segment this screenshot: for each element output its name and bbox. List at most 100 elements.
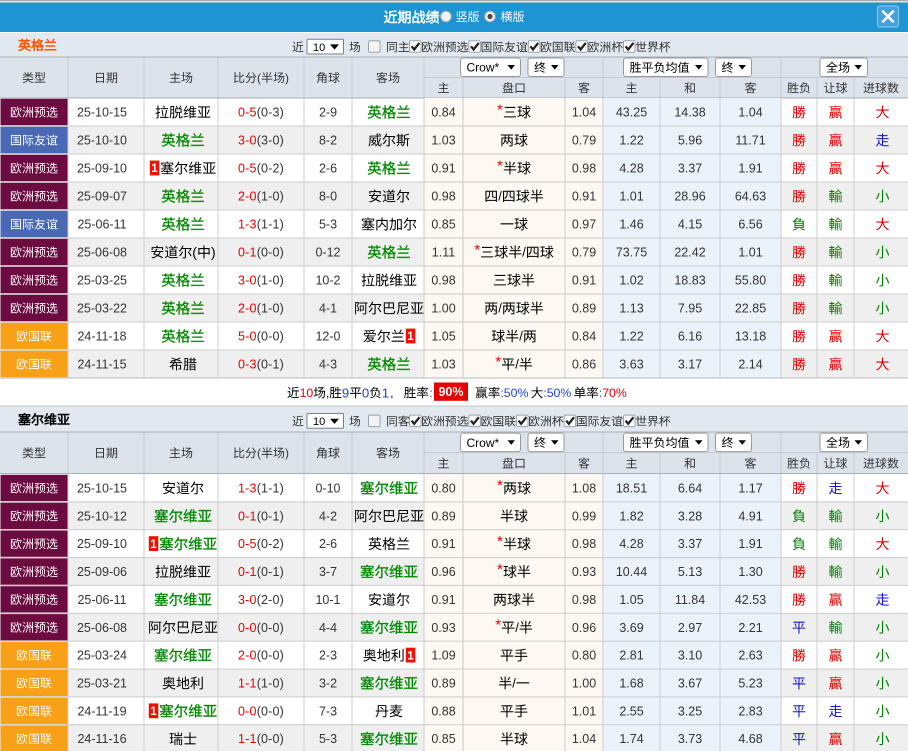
svg-text:9: 9 [342, 385, 349, 400]
svg-text:/: / [515, 620, 519, 635]
svg-text:,: , [390, 386, 393, 400]
svg-text:(0-1): (0-1) [257, 565, 284, 579]
svg-text:0.93: 0.93 [572, 565, 596, 579]
svg-text:(0-0): (0-0) [257, 704, 284, 718]
svg-text:Crow*: Crow* [467, 436, 500, 450]
svg-text::50%: :50% [543, 386, 571, 400]
svg-text:1.03: 1.03 [431, 358, 455, 372]
svg-text:(0-0): (0-0) [257, 732, 284, 746]
svg-text:(2-0): (2-0) [257, 593, 284, 607]
svg-text:4.28: 4.28 [619, 162, 643, 176]
svg-text:2.14: 2.14 [738, 358, 762, 372]
svg-text:0-10: 0-10 [315, 482, 340, 496]
svg-text:0.98: 0.98 [431, 190, 455, 204]
svg-text:1: 1 [150, 539, 157, 551]
svg-text::50%: :50% [500, 386, 528, 400]
svg-text:1.13: 1.13 [619, 302, 643, 316]
svg-text:0.86: 0.86 [572, 358, 596, 372]
svg-text:0.89: 0.89 [431, 509, 455, 523]
svg-text:1-1: 1-1 [238, 677, 257, 691]
svg-text:28.96: 28.96 [674, 190, 705, 204]
svg-text:22.85: 22.85 [735, 302, 766, 316]
svg-text:25-03-21: 25-03-21 [77, 677, 127, 691]
svg-text:*: * [495, 353, 501, 370]
svg-text:6.16: 6.16 [678, 330, 702, 344]
svg-text:2-0: 2-0 [238, 190, 257, 204]
svg-text:/: / [515, 357, 519, 372]
svg-text:3.10: 3.10 [678, 649, 702, 663]
svg-text:2.83: 2.83 [738, 704, 762, 718]
svg-text:/: / [498, 189, 502, 204]
svg-text:10-1: 10-1 [315, 593, 340, 607]
svg-text:0.91: 0.91 [431, 162, 455, 176]
svg-text:1.82: 1.82 [619, 509, 643, 523]
svg-text:4.91: 4.91 [738, 509, 762, 523]
svg-text:3.37: 3.37 [678, 537, 702, 551]
svg-text::: : [429, 386, 432, 400]
svg-text:5-3: 5-3 [319, 732, 337, 746]
svg-text:1.22: 1.22 [619, 134, 643, 148]
svg-text:3-0: 3-0 [238, 274, 257, 288]
svg-text:5.23: 5.23 [738, 677, 762, 691]
svg-text:(0-0): (0-0) [257, 621, 284, 635]
svg-text:/: / [498, 301, 502, 316]
svg-text:1.01: 1.01 [619, 190, 643, 204]
svg-text:18.51: 18.51 [616, 482, 647, 496]
svg-text:5-0: 5-0 [238, 330, 257, 344]
svg-text:,: , [326, 386, 329, 400]
svg-text:4-1: 4-1 [319, 302, 337, 316]
svg-text:*: * [497, 533, 503, 550]
svg-text:12-0: 12-0 [315, 330, 340, 344]
svg-text:0.85: 0.85 [431, 732, 455, 746]
svg-text:(0-1): (0-1) [257, 509, 284, 523]
svg-text:1.17: 1.17 [738, 482, 762, 496]
svg-text:(0-0): (0-0) [257, 649, 284, 663]
svg-text:*: * [497, 477, 503, 494]
svg-text:0.98: 0.98 [572, 162, 596, 176]
svg-text:5.96: 5.96 [678, 134, 702, 148]
svg-text:4.28: 4.28 [619, 537, 643, 551]
svg-text:0-1: 0-1 [238, 565, 257, 579]
svg-text:1.22: 1.22 [619, 330, 643, 344]
svg-text:25-03-22: 25-03-22 [77, 302, 127, 316]
svg-text:3-7: 3-7 [319, 565, 337, 579]
svg-text:1.05: 1.05 [431, 330, 455, 344]
svg-text:1.00: 1.00 [431, 302, 455, 316]
svg-text:(0-2): (0-2) [257, 162, 284, 176]
svg-text:25-10-15: 25-10-15 [77, 482, 127, 496]
svg-text:0-1: 0-1 [238, 509, 257, 523]
svg-text:1.02: 1.02 [619, 274, 643, 288]
svg-text:(: ( [257, 446, 261, 460]
svg-text:64.63: 64.63 [735, 190, 766, 204]
svg-text:2-6: 2-6 [319, 537, 337, 551]
svg-text:*: * [497, 157, 503, 174]
svg-text:3.73: 3.73 [678, 732, 702, 746]
svg-text:3-2: 3-2 [319, 677, 337, 691]
svg-text:22.42: 22.42 [674, 246, 705, 260]
svg-text:25-09-10: 25-09-10 [77, 162, 127, 176]
svg-text:90%: 90% [438, 385, 463, 399]
svg-text:0.80: 0.80 [431, 482, 455, 496]
svg-text:4-2: 4-2 [319, 509, 337, 523]
svg-text:1.91: 1.91 [738, 162, 762, 176]
svg-text:0-5: 0-5 [238, 162, 257, 176]
svg-text:(0-1): (0-1) [257, 358, 284, 372]
svg-text:*: * [495, 617, 501, 634]
svg-text:/: / [522, 245, 526, 260]
svg-text:2.55: 2.55 [619, 704, 643, 718]
svg-text:Crow*: Crow* [467, 61, 500, 75]
svg-text:): ) [211, 244, 216, 260]
svg-text:(1-0): (1-0) [257, 274, 284, 288]
svg-text:0.89: 0.89 [572, 302, 596, 316]
svg-text:2-6: 2-6 [319, 162, 337, 176]
svg-text:0.79: 0.79 [572, 134, 596, 148]
svg-text:24-11-16: 24-11-16 [77, 732, 126, 746]
svg-text:1: 1 [407, 331, 414, 343]
svg-text:2.81: 2.81 [619, 649, 643, 663]
svg-text:3.69: 3.69 [619, 621, 643, 635]
svg-text:1.09: 1.09 [431, 649, 455, 663]
svg-text:25-10-10: 25-10-10 [77, 134, 127, 148]
svg-text:(1-0): (1-0) [257, 302, 284, 316]
svg-text:13.18: 13.18 [735, 330, 766, 344]
svg-text:3.28: 3.28 [678, 509, 702, 523]
